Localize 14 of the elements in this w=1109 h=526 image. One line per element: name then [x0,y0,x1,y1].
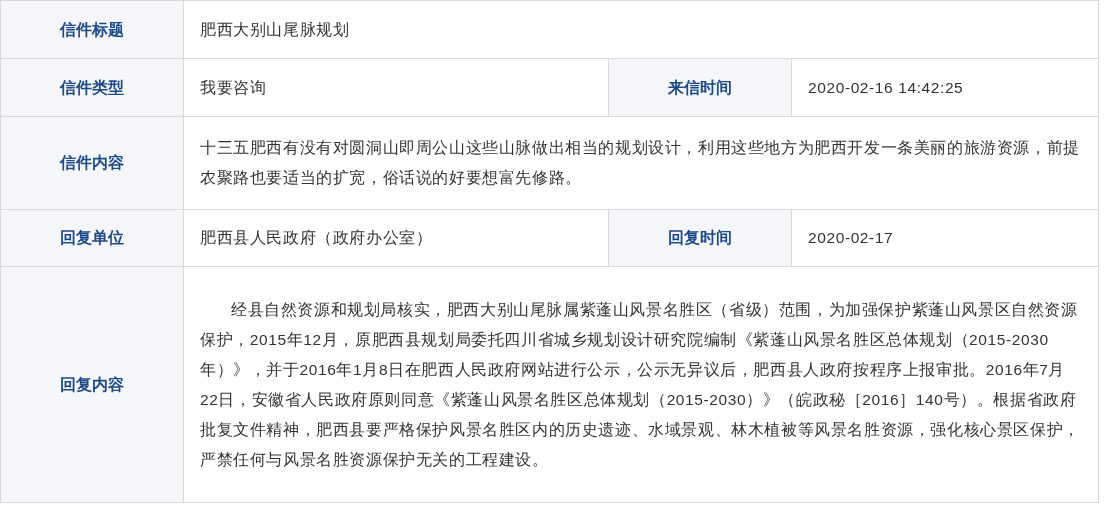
field-value: 经县自然资源和规划局核实，肥西大别山尾脉属紫蓬山风景名胜区（省级）范围，为加强保护紫蓬山风景区自然资源保护，2015年12月，原肥西县规划局委托四川省城乡规划设计研究院编制《紫蓬山风景名胜区总体规划（2015-2030年）》，并于2016年1月8日在肥西人民政府网站进行公示，公示无异议后，肥西县人政府按程序上报审批。2016年7月22日，安徽省人民政府原则同意《紫蓬山风景名胜区总体规划（2015-2030）》（皖政秘［2016］140号）。根据省政府批复文件精神，肥西县要严格保护风景名胜区内的历史遗迹、水域景观、林木植被等风景名胜资源，强化核心景区保护，严禁任何与风景名胜资源保护无关的工程建设。 [183,266,1099,503]
field-label: 回复内容 [0,266,184,503]
field-label: 信件类型 [0,58,184,117]
field-label: 回复时间 [608,209,792,267]
field-value: 我要咨询 [183,58,609,117]
field-label: 信件内容 [0,116,184,210]
field-value: 2020-02-17 [791,209,1099,267]
field-value: 肥西县人民政府（政府办公室） [183,209,609,267]
field-value: 十三五肥西有没有对圆洞山即周公山这些山脉做出相当的规划设计，利用这些地方为肥西开发一条美丽的旅游资源，前提农聚路也要适当的扩宽，俗话说的好要想富先修路。 [183,116,1099,210]
field-label: 信件标题 [0,0,184,59]
field-label: 来信时间 [608,58,792,117]
field-value: 2020-02-16 14:42:25 [791,58,1099,117]
field-value: 肥西大别山尾脉规划 [183,0,1099,59]
field-label: 回复单位 [0,209,184,267]
